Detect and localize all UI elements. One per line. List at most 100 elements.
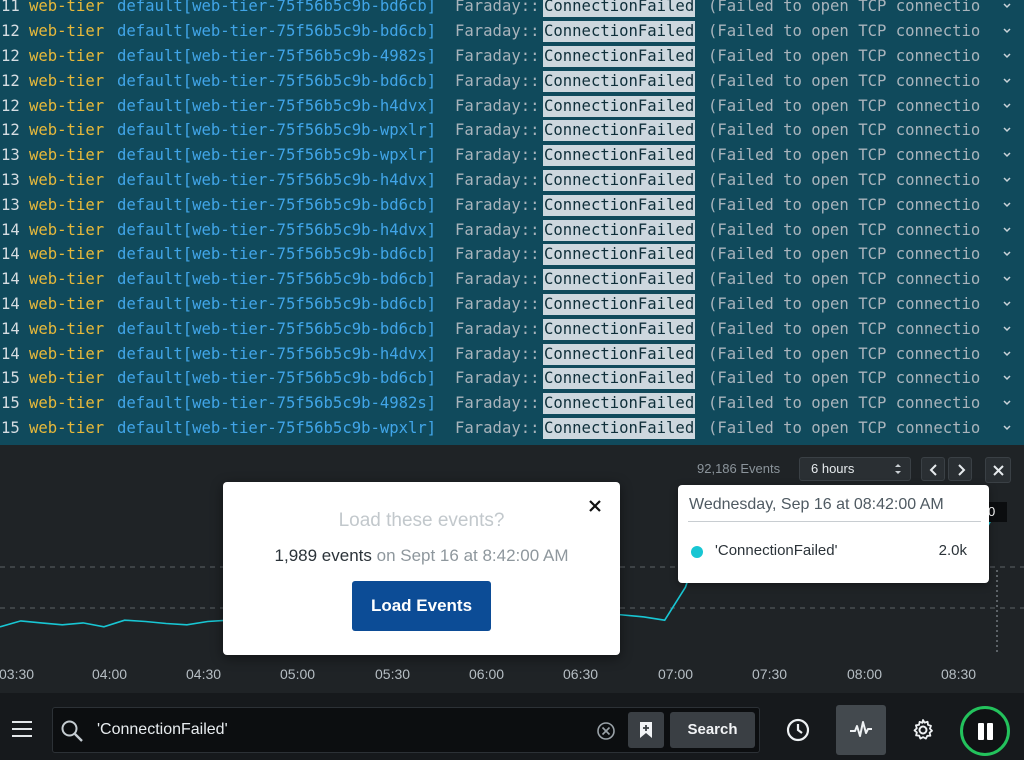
host-name: default[web-tier-75f56b5c9b-h4dvx]	[117, 220, 437, 239]
tooltip-date: Wednesday, Sep 16 at 08:42:00 AM	[689, 496, 944, 513]
program-name: web-tier	[29, 369, 105, 388]
log-namespace: Faraday::	[455, 245, 540, 264]
pause-icon	[987, 723, 993, 740]
search-match: ConnectionFailed	[543, 244, 696, 266]
log-line[interactable]: 12 web-tier default[web-tier-75f56b5c9b-wp…	[0, 118, 1024, 143]
log-line[interactable]: 12 web-tier default[web-tier-75f56b5c9b-h4…	[0, 94, 1024, 119]
program-name: web-tier	[29, 96, 105, 115]
log-namespace: Faraday::	[455, 344, 540, 363]
time-range-label: 6 hours	[811, 461, 855, 476]
event-count: 92,186 Events	[697, 461, 781, 476]
log-line[interactable]: 14 web-tier default[web-tier-75f56b5c9b-bd…	[0, 267, 1024, 292]
expand-chevron-icon[interactable]	[1003, 151, 1011, 159]
saved-views-button[interactable]	[628, 712, 664, 748]
clear-icon[interactable]	[596, 721, 616, 741]
load-events-button[interactable]: Load Events	[352, 581, 491, 631]
log-line[interactable]: 15 web-tier default[web-tier-75f56b5c9b-bd…	[0, 366, 1024, 391]
timestamp: 14	[1, 295, 20, 313]
timestamp: 13	[1, 195, 20, 214]
timeframe-button[interactable]	[773, 705, 823, 755]
log-message: (Failed to open TCP connectio	[708, 96, 981, 115]
search-button[interactable]: Search	[670, 712, 755, 748]
log-line[interactable]: 14 web-tier default[web-tier-75f56b5c9b-h4…	[0, 342, 1024, 367]
expand-chevron-icon[interactable]	[1003, 77, 1011, 85]
log-namespace: Faraday::	[455, 319, 540, 338]
log-line[interactable]: 14 web-tier default[web-tier-75f56b5c9b-bd…	[0, 317, 1024, 342]
log-line[interactable]: 11 web-tier default[web-tier-75f56b5c9b-bd…	[0, 0, 1024, 19]
expand-chevron-icon[interactable]	[1003, 325, 1011, 333]
log-message: (Failed to open TCP connectio	[708, 220, 981, 239]
search-match: ConnectionFailed	[543, 120, 696, 142]
host-name: default[web-tier-75f56b5c9b-bd6cb]	[117, 245, 437, 264]
series-swatch	[691, 546, 703, 558]
expand-chevron-icon[interactable]	[1003, 201, 1011, 209]
log-line[interactable]: 12 web-tier default[web-tier-75f56b5c9b-bd…	[0, 69, 1024, 94]
search-match: ConnectionFailed	[543, 269, 696, 291]
next-range-button[interactable]	[948, 457, 972, 481]
log-line[interactable]: 12 web-tier default[web-tier-75f56b5c9b-49…	[0, 44, 1024, 69]
search-match: ConnectionFailed	[543, 343, 696, 365]
host-name: default[web-tier-75f56b5c9b-wpxlr]	[117, 146, 437, 165]
log-message: (Failed to open TCP connectio	[708, 394, 981, 413]
host-name: default[web-tier-75f56b5c9b-4982s]	[117, 394, 437, 413]
settings-button[interactable]	[898, 705, 948, 755]
expand-chevron-icon[interactable]	[1003, 250, 1011, 258]
previous-range-button[interactable]	[921, 457, 945, 481]
log-line[interactable]: 13 web-tier default[web-tier-75f56b5c9b-bd…	[0, 193, 1024, 218]
log-line[interactable]: 14 web-tier default[web-tier-75f56b5c9b-bd…	[0, 242, 1024, 267]
close-timeline-button[interactable]	[985, 457, 1011, 483]
log-line[interactable]: 15 web-tier default[web-tier-75f56b5c9b-wp…	[0, 416, 1024, 441]
expand-chevron-icon[interactable]	[1003, 27, 1011, 35]
log-namespace: Faraday::	[455, 171, 540, 189]
expand-chevron-icon[interactable]	[1003, 350, 1011, 358]
host-name: default[web-tier-75f56b5c9b-bd6cb]	[117, 295, 437, 313]
log-message: (Failed to open TCP connectio	[708, 295, 981, 313]
search-input[interactable]: 'ConnectionFailed'	[97, 721, 228, 739]
expand-chevron-icon[interactable]	[1003, 176, 1011, 184]
log-line[interactable]: 15 web-tier default[web-tier-75f56b5c9b-49…	[0, 391, 1024, 416]
log-namespace: Faraday::	[455, 71, 540, 90]
expand-chevron-icon[interactable]	[1003, 52, 1011, 60]
log-line[interactable]: 13 web-tier default[web-tier-75f56b5c9b-h4…	[0, 168, 1024, 193]
pause-live-tail-button[interactable]	[960, 706, 1010, 756]
log-line[interactable]: 14 web-tier default[web-tier-75f56b5c9b-h4…	[0, 218, 1024, 243]
log-namespace: Faraday::	[455, 146, 540, 165]
expand-chevron-icon[interactable]	[1003, 424, 1011, 432]
log-namespace: Faraday::	[455, 369, 540, 388]
expand-chevron-icon[interactable]	[1003, 300, 1011, 308]
time-range-select[interactable]: 6 hours	[799, 457, 911, 481]
expand-chevron-icon[interactable]	[1003, 226, 1011, 234]
x-tick-label: 05:30	[375, 666, 411, 682]
timestamp: 12	[1, 121, 20, 140]
host-name: default[web-tier-75f56b5c9b-bd6cb]	[117, 0, 437, 16]
log-namespace: Faraday::	[455, 0, 540, 16]
timestamp: 12	[1, 47, 20, 65]
search-match: ConnectionFailed	[543, 70, 696, 92]
timeline-toggle-button[interactable]	[836, 705, 886, 755]
log-namespace: Faraday::	[455, 295, 540, 313]
expand-chevron-icon[interactable]	[1003, 126, 1011, 134]
search-match: ConnectionFailed	[543, 294, 696, 315]
menu-icon[interactable]	[12, 721, 32, 737]
timestamp: 14	[1, 220, 20, 239]
chevron-right-icon	[958, 464, 966, 476]
expand-chevron-icon[interactable]	[1003, 102, 1011, 110]
log-line[interactable]: 12 web-tier default[web-tier-75f56b5c9b-bd…	[0, 19, 1024, 44]
program-name: web-tier	[29, 270, 105, 289]
x-tick-label: 03:30	[0, 666, 35, 682]
log-line[interactable]: 13 web-tier default[web-tier-75f56b5c9b-wp…	[0, 143, 1024, 168]
log-message: (Failed to open TCP connectio	[708, 71, 981, 90]
log-line[interactable]: 14 web-tier default[web-tier-75f56b5c9b-bd…	[0, 292, 1024, 317]
expand-chevron-icon[interactable]	[1003, 374, 1011, 382]
host-name: default[web-tier-75f56b5c9b-bd6cb]	[117, 195, 437, 214]
expand-chevron-icon[interactable]	[1003, 275, 1011, 283]
timestamp: 15	[1, 369, 20, 388]
host-name: default[web-tier-75f56b5c9b-4982s]	[117, 47, 437, 65]
log-namespace: Faraday::	[455, 419, 540, 437]
log-message: (Failed to open TCP connectio	[708, 344, 981, 363]
search-match: ConnectionFailed	[543, 194, 696, 216]
expand-chevron-icon[interactable]	[1003, 399, 1011, 407]
program-name: web-tier	[29, 419, 105, 437]
expand-chevron-icon[interactable]	[1003, 2, 1011, 10]
search-match: ConnectionFailed	[543, 46, 696, 67]
